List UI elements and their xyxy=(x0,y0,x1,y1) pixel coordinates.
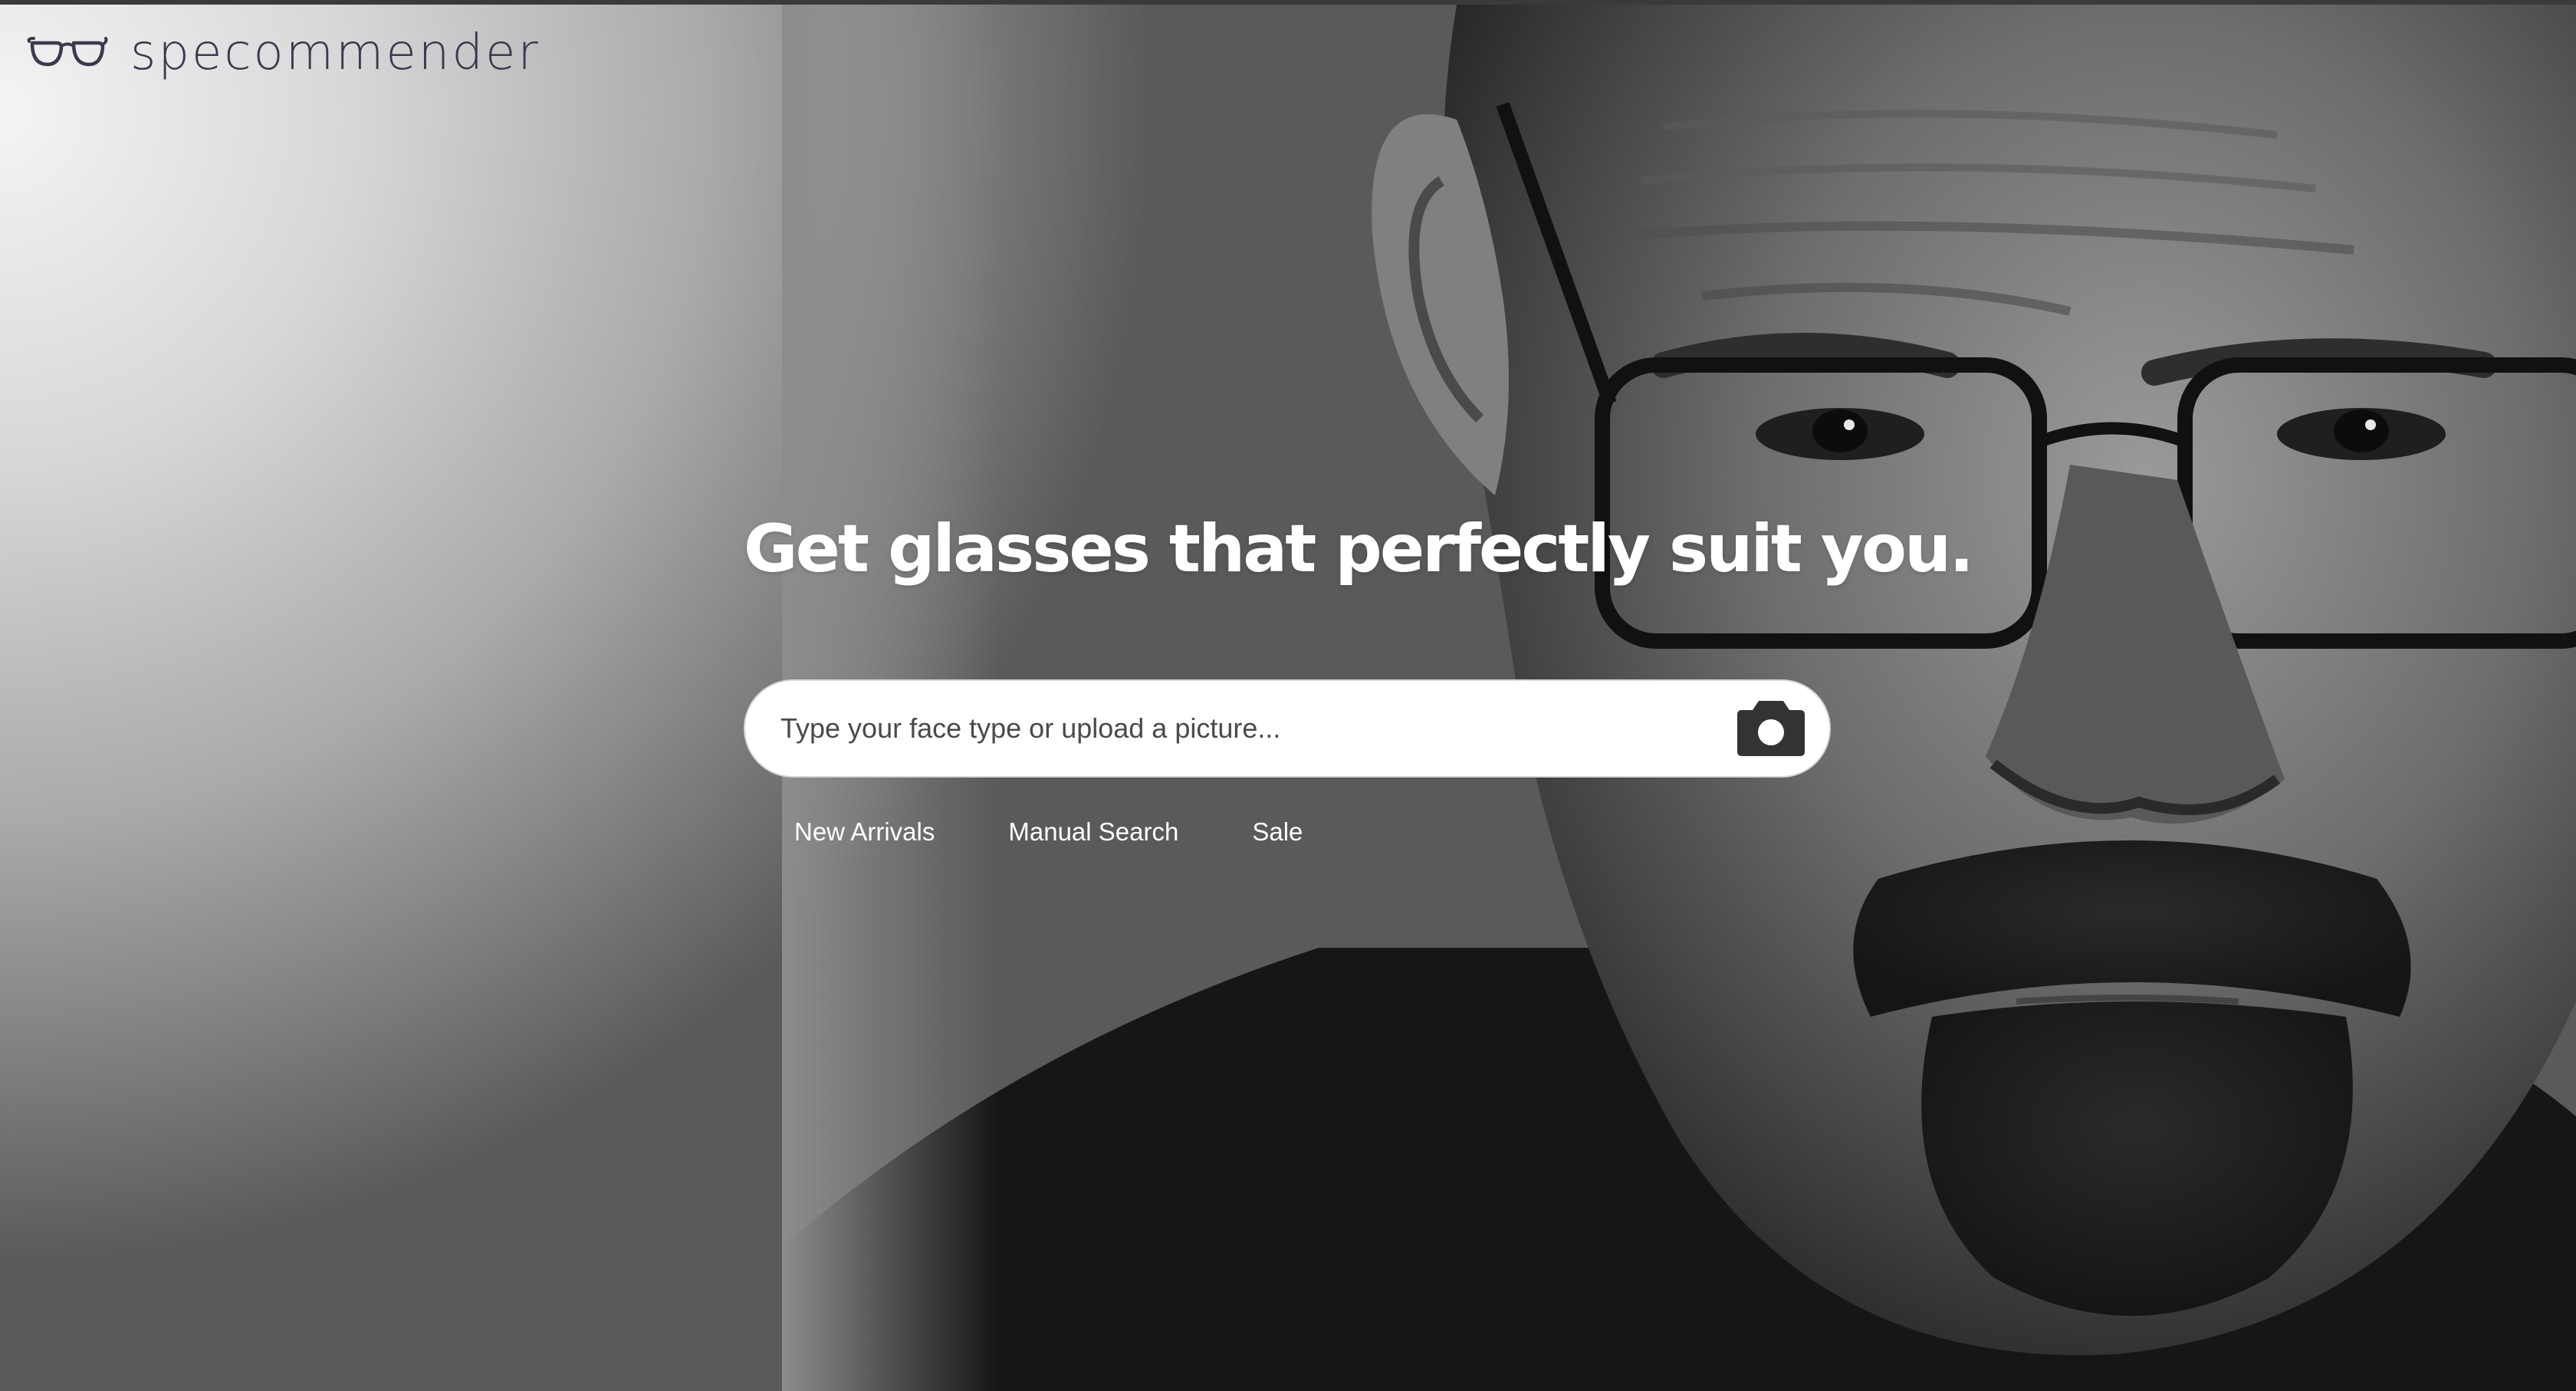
manual-search-link[interactable]: Manual Search xyxy=(1008,817,1178,847)
camera-icon xyxy=(1736,696,1806,761)
hero-headline: Get glasses that perfectly suit you. xyxy=(744,511,1974,587)
hero-section: Get glasses that perfectly suit you. New… xyxy=(744,511,1974,846)
brand-logo[interactable]: specommender xyxy=(26,25,540,81)
new-arrivals-link[interactable]: New Arrivals xyxy=(794,817,935,847)
glasses-icon xyxy=(26,34,109,73)
sale-link[interactable]: Sale xyxy=(1252,817,1303,847)
upload-picture-button[interactable] xyxy=(1733,690,1809,767)
face-type-search-input[interactable] xyxy=(779,712,1733,745)
brand-name: specommender xyxy=(130,25,540,81)
landing-page: specommender Get glasses that perfectly … xyxy=(0,0,2576,1391)
quick-links: New Arrivals Manual Search Sale xyxy=(794,817,1303,847)
search-bar xyxy=(744,679,1831,778)
